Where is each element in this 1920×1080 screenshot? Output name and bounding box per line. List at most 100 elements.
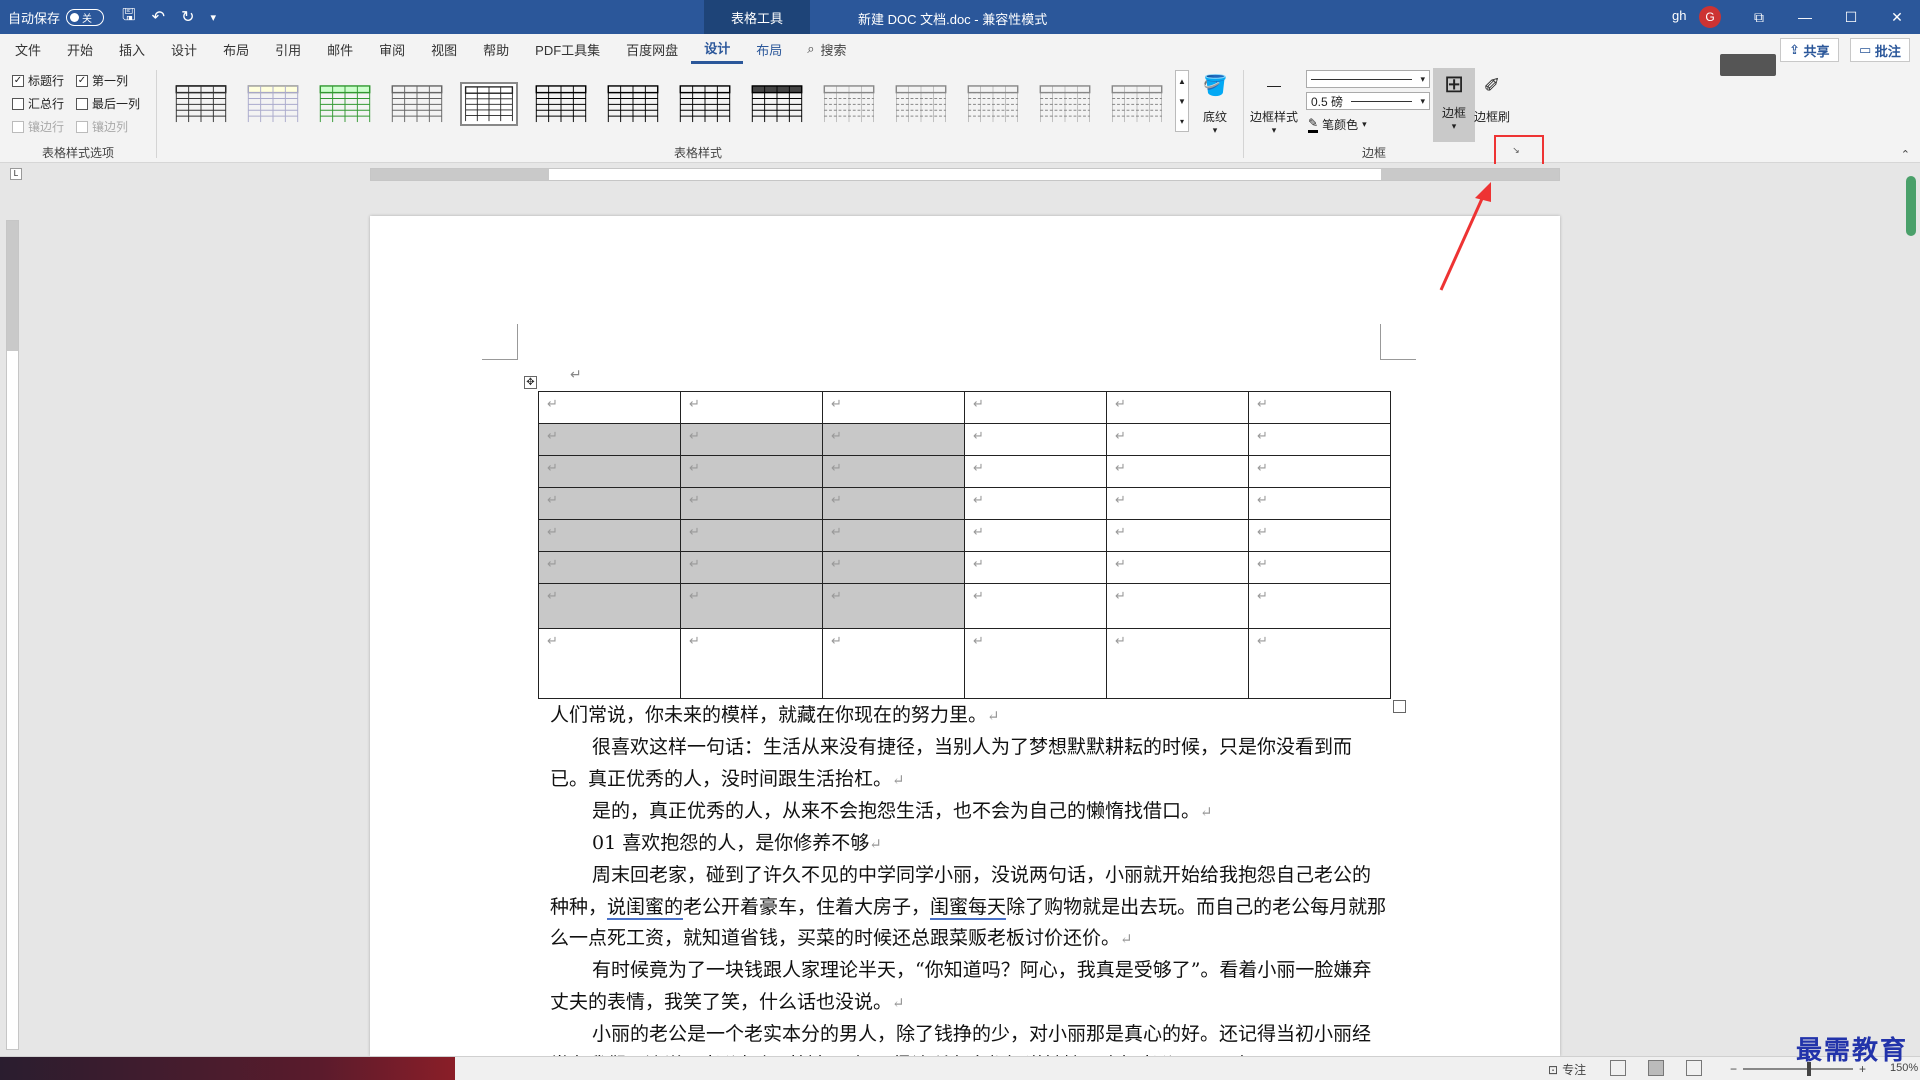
search-box[interactable]: ⌕ 搜索 [807,40,846,59]
table-cell[interactable]: ↵ [1106,391,1249,424]
table-move-handle-icon[interactable]: ✥ [524,376,537,389]
table-cell[interactable]: ↵ [964,391,1107,424]
avatar[interactable]: G [1699,6,1721,28]
gallery-more-icon[interactable]: ▾ [1180,117,1184,126]
ribbon-toggle-widget[interactable] [1720,54,1776,76]
table-cell[interactable]: ↵ [1106,583,1249,629]
print-layout-icon[interactable] [1648,1060,1664,1076]
body-text[interactable]: 人们常说，你未来的模样，就藏在你现在的努力里。↵ 很喜欢这样一句话：生活从来没有… [550,700,1388,1056]
close-icon[interactable]: ✕ [1874,0,1920,34]
ribbon-display-icon[interactable]: ⧉ [1736,0,1782,34]
last-column-option[interactable]: 最后一列 [76,95,140,112]
table-cell[interactable]: ↵ [822,519,965,552]
spell-underline[interactable]: 说闺蜜的 [607,895,684,920]
table-cell[interactable]: ↵ [538,519,681,552]
autosave-toggle[interactable]: 关 [66,8,105,26]
table-style-option[interactable] [1108,82,1166,126]
table-cell[interactable]: ↵ [538,391,681,424]
table-cell[interactable]: ↵ [822,551,965,584]
table-style-option[interactable] [748,82,806,126]
focus-mode-button[interactable]: ⊡ 专注 [1548,1061,1586,1078]
share-button[interactable]: ⇪ 共享 [1780,38,1839,62]
table-style-option[interactable] [820,82,878,126]
border-painter-button[interactable]: ✐ 边框刷 [1474,70,1510,125]
autosave[interactable]: 自动保存 关 [8,8,105,27]
table-cell[interactable]: ↵ [1248,583,1391,629]
table-cell[interactable]: ↵ [964,487,1107,520]
table-cell[interactable]: ↵ [680,519,823,552]
ruler-strip[interactable] [370,168,1560,181]
table-cell[interactable]: ↵ [1248,551,1391,584]
table-cell[interactable]: ↵ [680,583,823,629]
gallery-scroll[interactable]: ▲ ▼ ▾ [1175,70,1189,132]
table-cell[interactable]: ↵ [538,628,681,699]
table-cell[interactable]: ↵ [1248,455,1391,488]
tab-home[interactable]: 开始 [54,34,106,64]
table-cell[interactable]: ↵ [538,487,681,520]
table-cell[interactable]: ↵ [1106,551,1249,584]
table-style-option[interactable] [172,82,230,126]
table-style-option[interactable] [676,82,734,126]
header-row-option[interactable]: ✓ 标题行 [12,72,64,89]
collapse-ribbon-icon[interactable]: ⌃ [1901,148,1910,161]
table-cell[interactable]: ↵ [822,391,965,424]
tab-selector-icon[interactable]: L [10,168,22,180]
tab-table-design[interactable]: 设计 [691,34,744,64]
table-cell[interactable]: ↵ [1106,423,1249,456]
tab-mailings[interactable]: 邮件 [314,34,366,64]
table-style-option[interactable] [244,82,302,126]
tab-view[interactable]: 视图 [418,34,470,64]
table-cell[interactable]: ↵ [1248,423,1391,456]
minimize-icon[interactable]: — [1782,0,1828,34]
spell-underline[interactable]: 闺蜜每天 [930,895,1007,920]
maximize-icon[interactable]: ☐ [1828,0,1874,34]
border-styles-button[interactable]: ⎯⎯ 边框样式 ▾ [1250,70,1298,136]
shading-button[interactable]: 🪣 底纹 ▾ [1200,70,1230,136]
table-cell[interactable]: ↵ [822,583,965,629]
read-mode-icon[interactable] [1610,1060,1626,1076]
table-resize-handle[interactable] [1393,700,1406,713]
table-cell[interactable]: ↵ [822,455,965,488]
user-name[interactable]: gh [1672,8,1686,23]
table-cell[interactable]: ↵ [964,423,1107,456]
tab-pdf-tools[interactable]: PDF工具集 [522,34,613,64]
table-style-option[interactable] [460,82,518,126]
zoom-track[interactable] [1743,1062,1854,1076]
web-layout-icon[interactable] [1686,1060,1702,1076]
table-cell[interactable]: ↵ [964,628,1107,699]
table-cell[interactable]: ↵ [680,423,823,456]
comments-button[interactable]: ▭ 批注 [1850,38,1910,62]
table-style-option[interactable] [316,82,374,126]
table-cell[interactable]: ↵ [538,583,681,629]
undo-icon[interactable]: ↶ [152,7,165,27]
line-weight-select[interactable]: 0.5 磅 ▾ [1306,92,1430,110]
redo-icon[interactable]: ↻ [181,7,194,27]
tab-file[interactable]: 文件 [2,34,54,64]
table-cell[interactable]: ↵ [822,487,965,520]
tab-table-layout[interactable]: 布局 [743,34,795,64]
table-cell[interactable]: ↵ [964,551,1107,584]
save-icon[interactable]: 🖫 [122,4,136,31]
document-page[interactable]: ↵ ✥ ↵ ↵ ↵ ↵ ↵ ↵ ↵ ↵ ↵ ↵ ↵ ↵ ↵ ↵ ↵ ↵ ↵ ↵ ↵ ↵ ↵ ↵ ↵ ↵ ↵ ↵ ↵ ↵ ↵ ↵ ↵ ↵ ↵ ↵ ↵ ↵… [370,216,1560,1056]
pen-color-button[interactable]: ✎ 笔颜色 ▾ [1308,116,1367,133]
tab-design[interactable]: 设计 [158,34,210,64]
vertical-scrollbar[interactable] [1906,176,1916,236]
line-style-select[interactable]: ▾ [1306,70,1430,88]
tab-layout[interactable]: 布局 [210,34,262,64]
table-cell[interactable]: ↵ [822,423,965,456]
table-cell[interactable]: ↵ [1248,391,1391,424]
table-style-option[interactable] [964,82,1022,126]
tab-help[interactable]: 帮助 [470,34,522,64]
tab-review[interactable]: 审阅 [366,34,418,64]
table-cell[interactable]: ↵ [1248,487,1391,520]
table-cell[interactable]: ↵ [1248,519,1391,552]
first-column-option[interactable]: ✓ 第一列 [76,72,128,89]
table-cell[interactable]: ↵ [1248,628,1391,699]
gallery-down-icon[interactable]: ▼ [1178,97,1186,106]
table-style-option[interactable] [892,82,950,126]
table-cell[interactable]: ↵ [1106,519,1249,552]
table-cell[interactable]: ↵ [1106,487,1249,520]
document-table[interactable]: ↵ ↵ ↵ ↵ ↵ ↵ ↵ ↵ ↵ ↵ ↵ ↵ ↵ ↵ ↵ ↵ ↵ ↵ ↵ ↵ ↵ ↵ ↵ ↵ ↵ ↵ ↵ ↵ ↵ ↵ ↵ ↵ ↵ ↵ ↵ ↵ ↵ ↵ ↵ ↵… [538,391,1391,699]
table-style-option[interactable] [532,82,590,126]
total-row-option[interactable]: 汇总行 [12,95,64,112]
